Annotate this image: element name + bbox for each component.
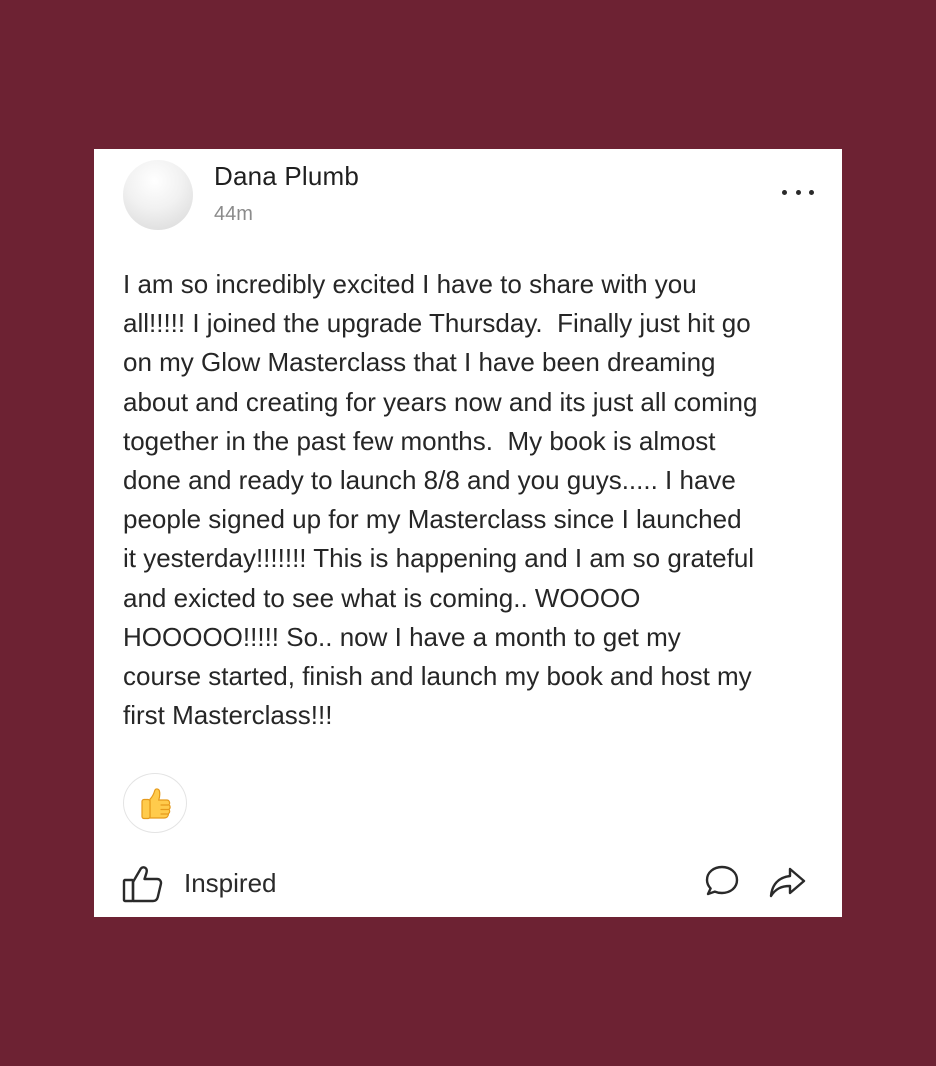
avatar[interactable] xyxy=(123,160,193,230)
inspired-label: Inspired xyxy=(184,867,277,898)
post-card: Dana Plumb 44m I am so incredibly excite… xyxy=(94,149,842,917)
inspired-button[interactable]: Inspired xyxy=(122,861,277,905)
thumbs-up-emoji-icon xyxy=(141,788,171,820)
share-button[interactable] xyxy=(768,863,808,908)
post-timestamp: 44m xyxy=(214,203,253,225)
more-options-button[interactable] xyxy=(782,183,814,201)
thumbs-up-outline-icon xyxy=(122,866,163,903)
more-dots-icon xyxy=(782,189,787,195)
comment-bubble-icon xyxy=(705,865,739,896)
reaction-summary[interactable] xyxy=(123,773,187,833)
post-body: I am so incredibly excited I have to sha… xyxy=(123,269,758,731)
action-bar: Inspired xyxy=(122,861,814,905)
author-name[interactable]: Dana Plumb xyxy=(214,161,359,192)
share-arrow-icon xyxy=(769,867,806,898)
more-dots-icon xyxy=(795,189,801,195)
more-dots-icon xyxy=(809,189,814,195)
comment-button[interactable] xyxy=(702,863,742,908)
